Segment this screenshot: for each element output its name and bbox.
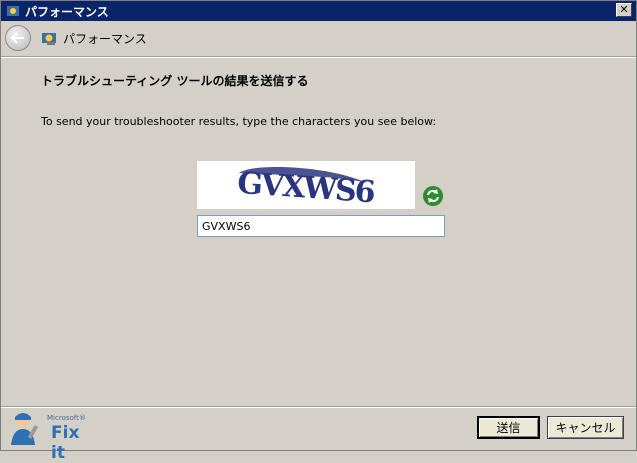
refresh-icon[interactable] [422,185,444,207]
logo-microsoft-text: Microsoft® [47,414,86,422]
main-content: トラブルシューティング ツールの結果を送信する To send your tro… [1,58,636,406]
page-heading: トラブルシューティング ツールの結果を送信する [41,74,309,88]
performance-icon [7,6,19,16]
nav-title: パフォーマンス [63,31,147,46]
captcha-image: GVXWS6 [197,161,415,211]
captcha-graphic: GVXWS6 [236,166,376,211]
window-title: パフォーマンス [25,4,109,19]
instruction-text: To send your troubleshooter results, typ… [41,115,437,128]
footer: Microsoft® Fix it 送信 キャンセル [1,408,636,463]
close-icon: ✕ [619,3,629,16]
cancel-button[interactable]: キャンセル [547,416,624,439]
navigation-bar: パフォーマンス [1,22,636,54]
title-bar[interactable]: パフォーマンス ✕ [1,1,636,21]
close-button[interactable]: ✕ [616,3,632,17]
back-button[interactable] [5,25,31,51]
captcha-input[interactable] [197,215,445,237]
logo-fixit-text: Fix it [51,423,80,463]
captcha-text: GVXWS6 [236,166,376,209]
fixit-logo: Microsoft® Fix it [7,411,87,463]
send-button[interactable]: 送信 [477,416,540,439]
dialog-window: パフォーマンス ✕ パフォーマンス トラブルシューティング ツールの結果を送信す… [0,0,637,463]
back-arrow-icon [11,32,24,44]
performance-icon [42,33,56,45]
fixit-mascot-icon [11,413,39,445]
